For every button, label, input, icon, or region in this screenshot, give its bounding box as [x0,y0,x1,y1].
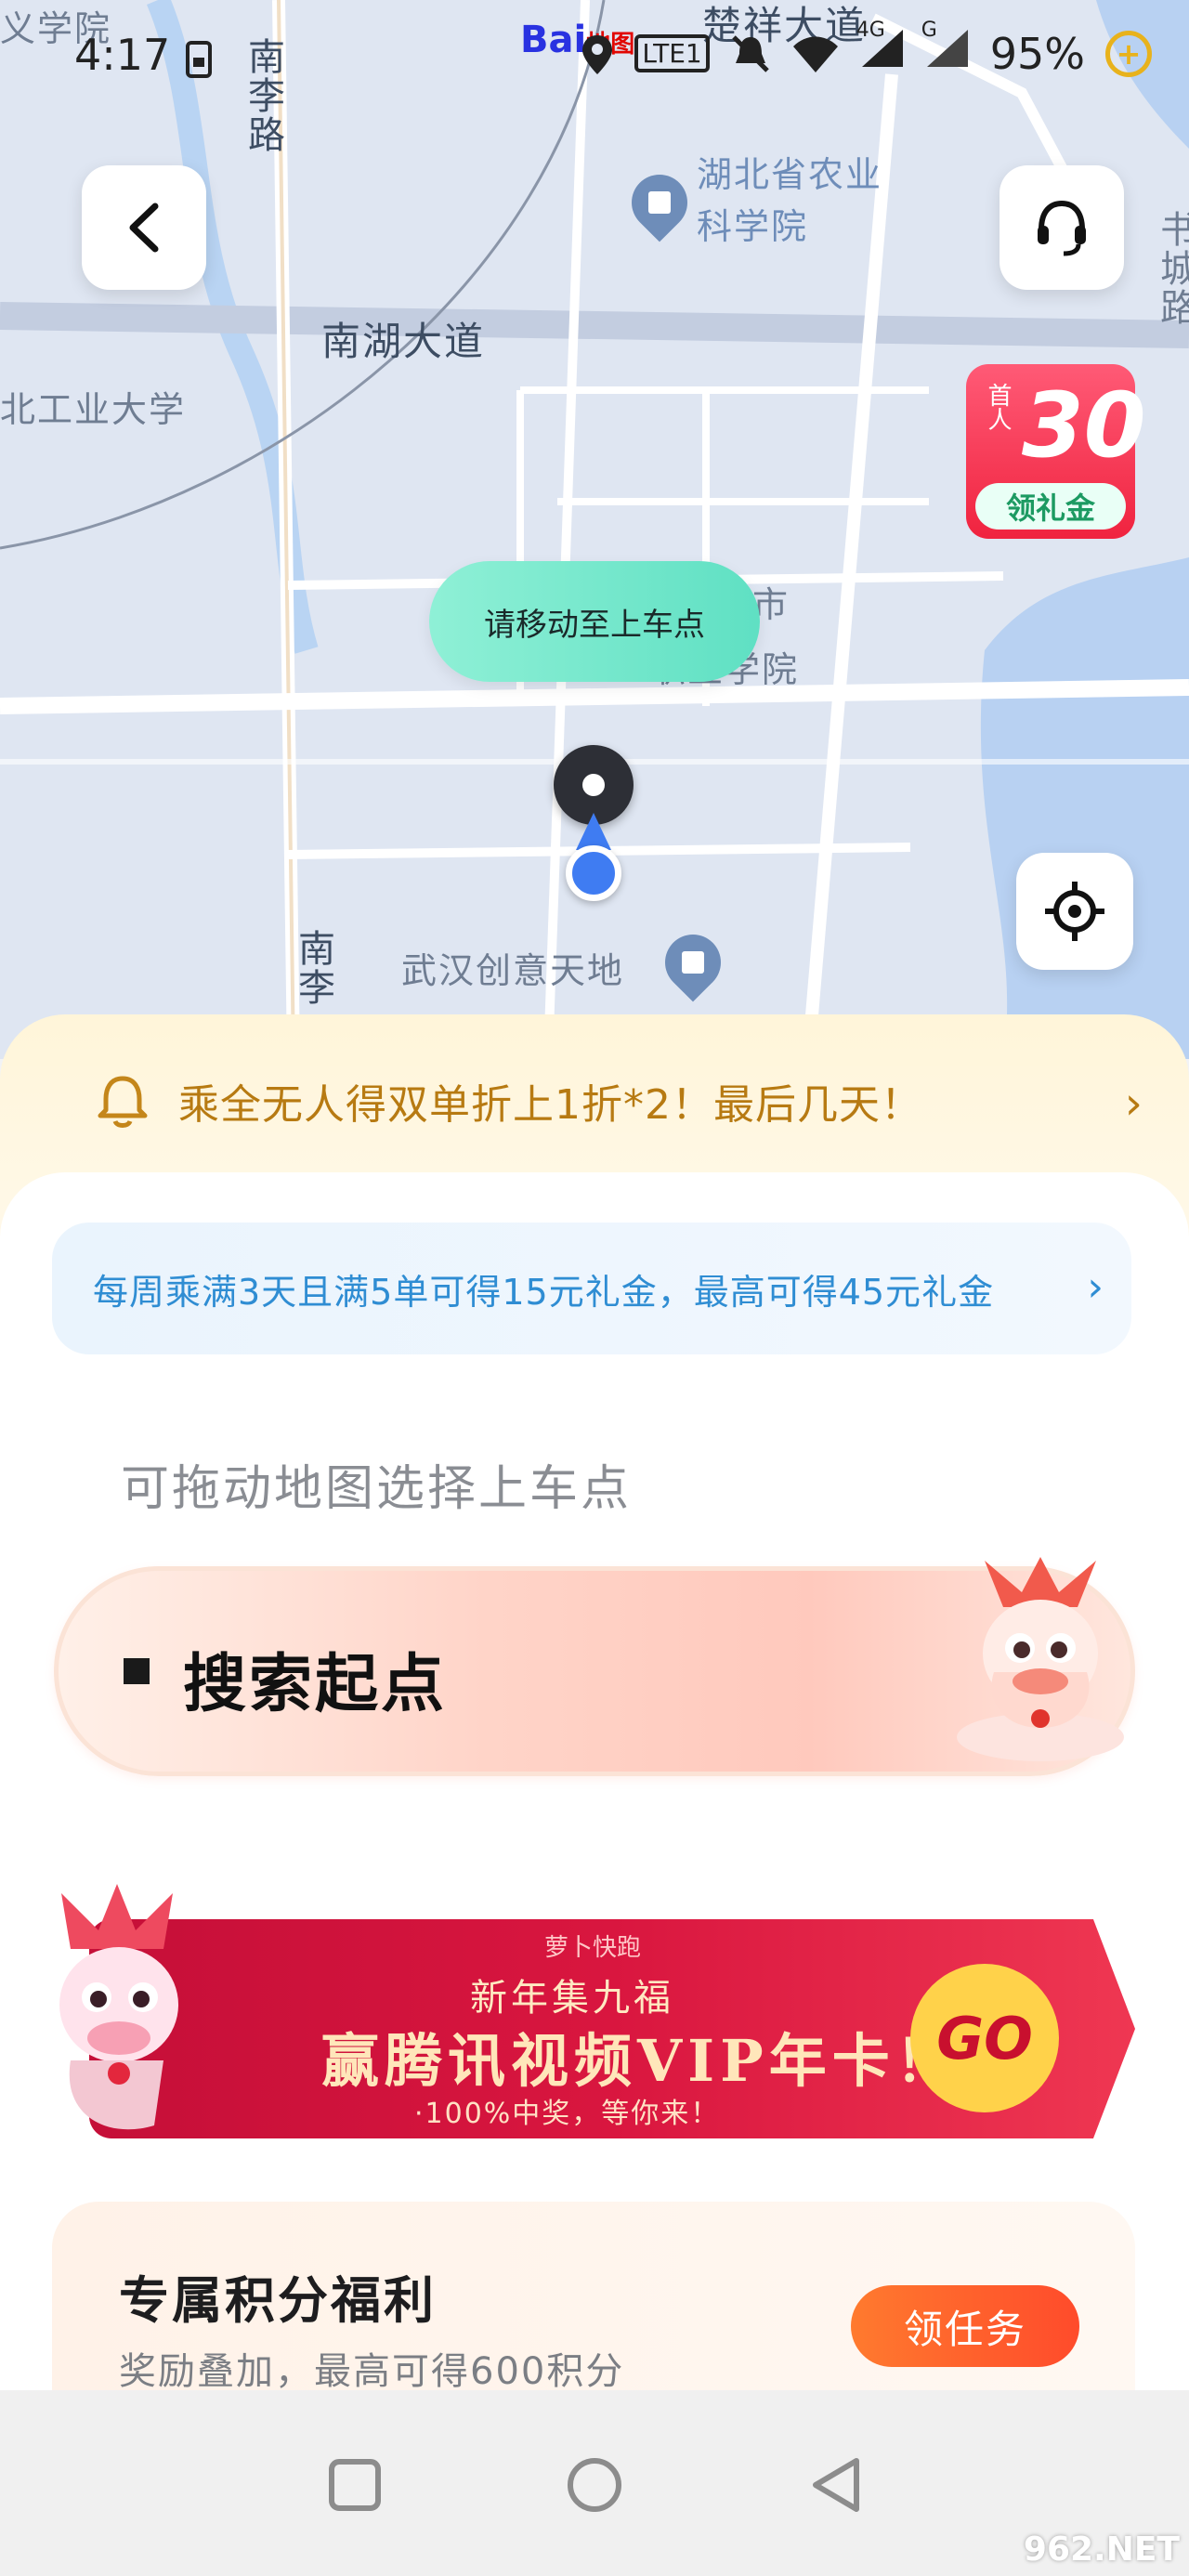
baidu-logo-text: Bai [520,19,587,61]
locate-me-button[interactable] [1016,853,1133,970]
signal-4g-label: 4G [856,19,885,42]
home-button[interactable] [548,2439,641,2531]
weekly-reward-bar[interactable]: 每周乘满3天且满5单可得15元礼金，最高可得45元礼金 › [52,1223,1131,1354]
drag-map-hint: 可拖动地图选择上车点 [121,1461,633,1517]
dragon-mascot-icon [59,1884,178,2130]
wifi-icon [792,36,838,72]
circle-icon [568,2458,621,2512]
banner-brand: 萝卜快跑 [544,1934,642,1962]
map-label-institute: 湖北省农业 科学院 [697,154,883,247]
promo-row[interactable]: 乘全无人得双单折上1折*2！最后几天！ › [0,1040,1189,1161]
claim-task-button[interactable]: 领任务 [851,2285,1079,2367]
status-bar: 4:17 Bai地图 LTE1 4G G 95% + [0,0,1189,121]
map-label-university: 北工业大学 [0,389,187,430]
triangle-back-icon [813,2458,859,2512]
headset-icon [1038,200,1086,256]
coupon-tag: 领礼金 [975,483,1126,530]
dragon-mascot-icon [957,1557,1124,1761]
banner-line-2: 赢腾讯视频VIP年卡！ [321,2027,959,2095]
watermark-logo: 962.NET [1023,2530,1180,2569]
coupon-first-ride: 首人 [984,383,1012,431]
mute-bell-icon [731,34,769,72]
start-point-marker [124,1658,150,1684]
lte-icon: LTE1 [634,34,710,72]
chevron-right-icon: › [1124,1078,1143,1130]
battery-charging-icon: + [1105,30,1152,77]
chevron-left-icon [129,203,159,253]
crosshair-icon [1045,882,1104,941]
banner-go-button[interactable]: GO [910,1964,1059,2112]
back-nav-button[interactable] [790,2439,882,2531]
move-to-pickup-tip: 请移动至上车点 [429,561,760,682]
pickup-pin-stem [576,813,611,850]
coupon-amount: 30 [1022,373,1146,477]
recent-apps-button[interactable] [308,2439,401,2531]
status-time: 4:17 [74,30,171,80]
new-year-banner[interactable]: 萝卜快跑 新年集九福 赢腾讯视频VIP年卡！ ·100%中奖，等你来！ GO [52,1875,1135,2144]
weekly-reward-text: 每周乘满3天且满5单可得15元礼金，最高可得45元礼金 [93,1271,995,1313]
square-icon [329,2459,381,2511]
points-title: 专属积分福利 [119,2271,437,2330]
map-label-nanli-lower: 南李 [292,929,334,1007]
map-label-creative-park: 武汉创意天地 [401,950,625,991]
map-label-nanhu-avenue: 南湖大道 [321,319,486,364]
coupon-badge[interactable]: 首人 30 领礼金 [966,364,1146,539]
sim-card-icon [186,41,212,78]
chevron-right-icon: › [1087,1263,1104,1311]
customer-service-button[interactable] [1000,165,1124,290]
signal-4g: 4G [856,19,905,79]
back-button[interactable] [82,165,206,290]
banner-line-3: ·100%中奖，等你来！ [414,2098,721,2130]
promo-text: 乘全无人得双单折上1折*2！最后几天！ [178,1081,922,1129]
battery-percent: 95% [989,28,1085,79]
map-view[interactable]: 义学院 楚祥大道 南李路 湖北省农业 科学院 南湖大道 北工业大学 书城路 武汉… [0,0,1189,1059]
location-icon [582,34,613,74]
current-location-dot [566,845,621,901]
status-icons: LTE1 4G G 95% + [581,19,1152,79]
map-label-side-road: 书城路 [1154,210,1189,327]
search-start-label: 搜索起点 [183,1648,448,1721]
system-nav-bar: 962.NET [0,2390,1189,2576]
points-subtitle: 奖励叠加，最高可得600积分 [119,2350,625,2393]
signal-g-label: G [921,19,937,42]
bell-icon [98,1076,148,1128]
signal-g: G [921,19,970,79]
